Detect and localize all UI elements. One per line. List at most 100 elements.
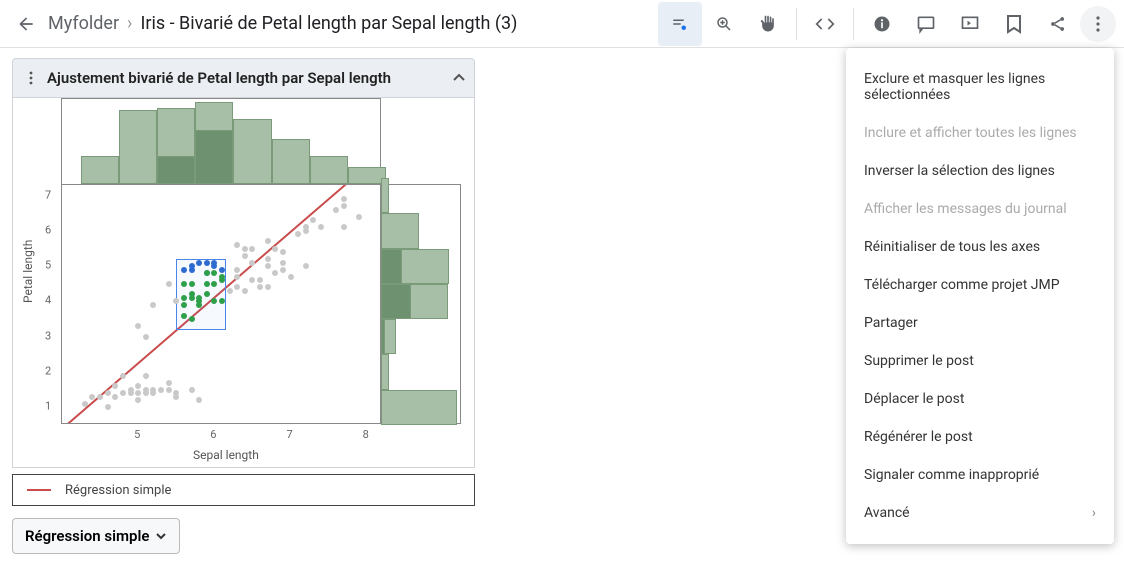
data-point[interactable] bbox=[288, 274, 294, 280]
data-point[interactable] bbox=[341, 196, 347, 202]
data-point[interactable] bbox=[318, 224, 324, 230]
data-point[interactable] bbox=[265, 284, 271, 290]
data-point[interactable] bbox=[128, 390, 134, 396]
data-point[interactable] bbox=[82, 401, 88, 407]
bookmark-button[interactable] bbox=[992, 2, 1036, 46]
data-point[interactable] bbox=[112, 383, 118, 389]
data-point[interactable] bbox=[196, 295, 202, 301]
data-point[interactable] bbox=[135, 390, 141, 396]
data-point[interactable] bbox=[135, 397, 141, 403]
data-point[interactable] bbox=[120, 373, 126, 379]
data-point[interactable] bbox=[89, 394, 95, 400]
data-point[interactable] bbox=[280, 267, 286, 273]
data-point[interactable] bbox=[242, 288, 248, 294]
data-point[interactable] bbox=[295, 231, 301, 237]
data-point[interactable] bbox=[181, 295, 187, 301]
menu-item[interactable]: Exclure et masquer les lignes sélectionn… bbox=[846, 60, 1114, 114]
info-button[interactable] bbox=[860, 2, 904, 46]
data-point[interactable] bbox=[166, 387, 172, 393]
back-button[interactable] bbox=[8, 6, 44, 42]
data-point[interactable] bbox=[143, 390, 149, 396]
panel-menu-button[interactable] bbox=[21, 71, 41, 85]
data-point[interactable] bbox=[181, 302, 187, 308]
data-point[interactable] bbox=[166, 281, 172, 287]
data-point[interactable] bbox=[341, 203, 347, 209]
data-point[interactable] bbox=[234, 284, 240, 290]
present-button[interactable] bbox=[948, 2, 992, 46]
data-point[interactable] bbox=[204, 281, 210, 287]
data-point[interactable] bbox=[143, 373, 149, 379]
data-point[interactable] bbox=[204, 291, 210, 297]
pointer-tool[interactable] bbox=[658, 2, 702, 46]
data-point[interactable] bbox=[181, 281, 187, 287]
data-point[interactable] bbox=[97, 394, 103, 400]
data-point[interactable] bbox=[189, 267, 195, 273]
data-point[interactable] bbox=[150, 387, 156, 393]
menu-item[interactable]: Avancé› bbox=[846, 494, 1114, 532]
share-button[interactable] bbox=[1036, 2, 1080, 46]
data-point[interactable] bbox=[303, 263, 309, 269]
data-point[interactable] bbox=[211, 298, 217, 304]
data-point[interactable] bbox=[204, 260, 210, 266]
data-point[interactable] bbox=[265, 256, 271, 262]
zoom-tool[interactable] bbox=[702, 2, 746, 46]
data-point[interactable] bbox=[211, 260, 217, 266]
data-point[interactable] bbox=[303, 224, 309, 230]
data-point[interactable] bbox=[173, 390, 179, 396]
data-point[interactable] bbox=[219, 298, 225, 304]
data-point[interactable] bbox=[234, 267, 240, 273]
data-point[interactable] bbox=[249, 246, 255, 252]
data-point[interactable] bbox=[219, 274, 225, 280]
data-point[interactable] bbox=[341, 224, 347, 230]
menu-item[interactable]: Déplacer le post bbox=[846, 380, 1114, 418]
regression-dropdown[interactable]: Régression simple bbox=[12, 518, 180, 554]
data-point[interactable] bbox=[143, 334, 149, 340]
menu-item[interactable]: Signaler comme inapproprié bbox=[846, 456, 1114, 494]
data-point[interactable] bbox=[166, 380, 172, 386]
data-point[interactable] bbox=[257, 284, 263, 290]
menu-item[interactable]: Inverser la sélection des lignes bbox=[846, 152, 1114, 190]
code-view[interactable] bbox=[803, 2, 847, 46]
data-point[interactable] bbox=[333, 207, 339, 213]
data-point[interactable] bbox=[211, 281, 217, 287]
data-point[interactable] bbox=[181, 267, 187, 273]
data-point[interactable] bbox=[204, 270, 210, 276]
data-point[interactable] bbox=[249, 260, 255, 266]
breadcrumb-folder[interactable]: Myfolder bbox=[48, 13, 119, 34]
data-point[interactable] bbox=[135, 383, 141, 389]
data-point[interactable] bbox=[105, 390, 111, 396]
data-point[interactable] bbox=[189, 281, 195, 287]
menu-item[interactable]: Télécharger comme projet JMP bbox=[846, 266, 1114, 304]
data-point[interactable] bbox=[234, 274, 240, 280]
data-point[interactable] bbox=[280, 260, 286, 266]
data-point[interactable] bbox=[173, 298, 179, 304]
data-point[interactable] bbox=[242, 246, 248, 252]
data-point[interactable] bbox=[189, 291, 195, 297]
data-point[interactable] bbox=[211, 270, 217, 276]
data-point[interactable] bbox=[356, 214, 362, 220]
data-point[interactable] bbox=[280, 249, 286, 255]
data-point[interactable] bbox=[219, 267, 225, 273]
pan-tool[interactable] bbox=[746, 2, 790, 46]
data-point[interactable] bbox=[196, 397, 202, 403]
data-point[interactable] bbox=[227, 288, 233, 294]
data-point[interactable] bbox=[265, 238, 271, 244]
data-point[interactable] bbox=[135, 323, 141, 329]
data-point[interactable] bbox=[196, 260, 202, 266]
data-point[interactable] bbox=[112, 394, 118, 400]
data-point[interactable] bbox=[189, 316, 195, 322]
menu-item[interactable]: Régénérer le post bbox=[846, 418, 1114, 456]
scatter-plot[interactable] bbox=[61, 184, 381, 424]
data-point[interactable] bbox=[257, 277, 263, 283]
menu-item[interactable]: Réinitialiser de tous les axes bbox=[846, 228, 1114, 266]
data-point[interactable] bbox=[181, 313, 187, 319]
more-button[interactable] bbox=[1080, 6, 1116, 42]
data-point[interactable] bbox=[310, 217, 316, 223]
data-point[interactable] bbox=[234, 242, 240, 248]
data-point[interactable] bbox=[272, 246, 278, 252]
data-point[interactable] bbox=[265, 263, 271, 269]
data-point[interactable] bbox=[189, 387, 195, 393]
panel-collapse-button[interactable] bbox=[452, 71, 466, 85]
menu-item[interactable]: Partager bbox=[846, 304, 1114, 342]
data-point[interactable] bbox=[105, 404, 111, 410]
